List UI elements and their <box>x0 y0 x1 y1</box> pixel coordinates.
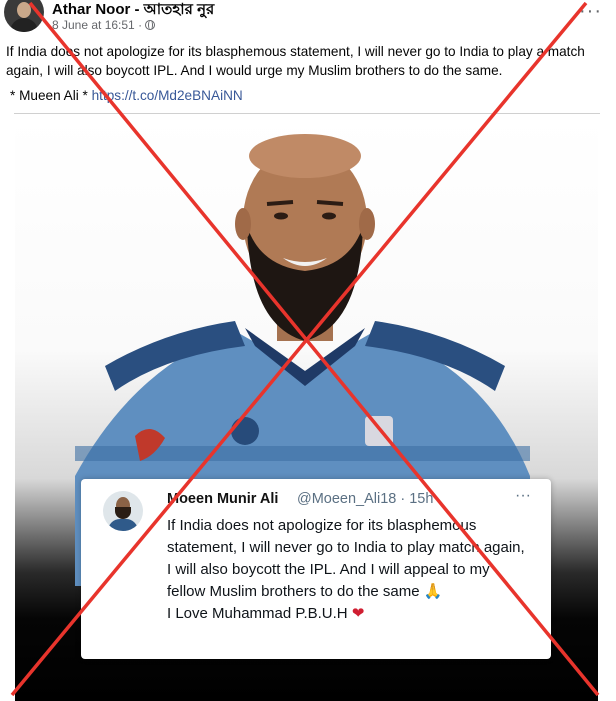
more-options-icon[interactable]: ··· <box>579 0 602 23</box>
post-header: Athar Noor - আতহার নুর 8 June at 16:51 ·… <box>0 0 616 38</box>
tweet-more-icon[interactable]: ··· <box>515 487 531 505</box>
tweet-avatar[interactable] <box>103 491 143 531</box>
post-image[interactable]: Moeen Munir Ali @Moeen_Ali18 · 15h ··· I… <box>15 116 598 701</box>
tweet-closing: I Love Muhammad P.B.U.H <box>167 605 348 622</box>
post-timestamp[interactable]: 8 June at 16:51 · <box>52 18 142 32</box>
tweet-handle[interactable]: @Moeen_Ali18 · 15h <box>297 491 433 507</box>
tweet-text: If India does not apologize for its blas… <box>167 515 527 625</box>
heart-icon: ❤ <box>351 605 365 622</box>
globe-icon <box>145 20 156 30</box>
divider <box>14 113 600 114</box>
post-meta: 8 June at 16:51 · <box>52 18 156 32</box>
tweet-body: If India does not apologize for its blas… <box>167 517 525 600</box>
tweet-card[interactable]: Moeen Munir Ali @Moeen_Ali18 · 15h ··· I… <box>81 479 551 659</box>
post-attribution: * Mueen Ali * <box>10 88 88 103</box>
post-attribution-line: * Mueen Ali * https://t.co/Md2eBNAiNN <box>10 86 243 105</box>
post-link[interactable]: https://t.co/Md2eBNAiNN <box>92 88 243 103</box>
tweet-author-name[interactable]: Moeen Munir Ali <box>167 491 278 507</box>
author-avatar[interactable] <box>4 0 44 32</box>
post-text: If India does not apologize for its blas… <box>6 44 585 78</box>
